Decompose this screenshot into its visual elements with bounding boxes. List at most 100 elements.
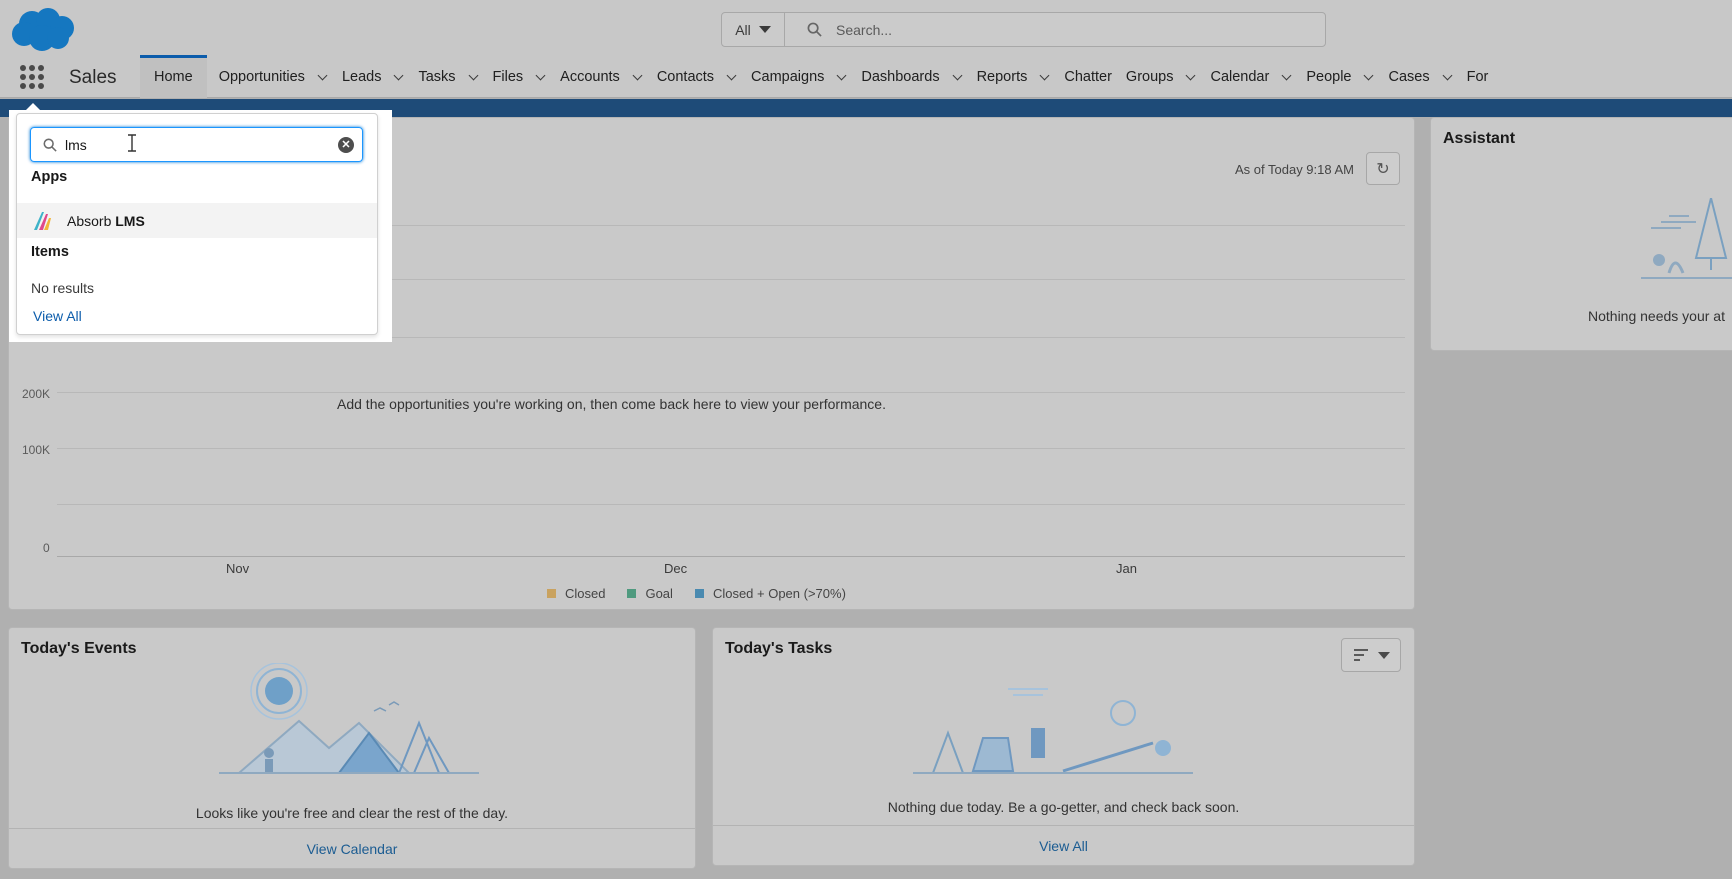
nav-tab-label: Tasks bbox=[418, 68, 456, 85]
tasks-title: Today's Tasks bbox=[725, 640, 833, 657]
chart-x-axis bbox=[57, 556, 1405, 557]
app-launcher-icon[interactable] bbox=[20, 65, 44, 89]
app-launcher-dropdown: ✕ Apps Absorb LMS Items No results View … bbox=[16, 113, 378, 335]
legend-label: Closed bbox=[565, 586, 606, 601]
no-results-text: No results bbox=[31, 280, 95, 296]
nav-tab-chatter[interactable]: Chatter bbox=[1064, 55, 1126, 98]
nav-tab-reports[interactable]: Reports bbox=[977, 55, 1065, 98]
salesforce-logo-icon[interactable] bbox=[10, 6, 76, 52]
y-tick-label: 0 bbox=[43, 541, 50, 555]
view-calendar-link[interactable]: View Calendar bbox=[9, 828, 695, 868]
x-tick-label: Dec bbox=[664, 561, 688, 576]
app-result-label: Absorb LMS bbox=[67, 213, 145, 229]
nav-tab-label: Groups bbox=[1125, 68, 1174, 85]
refresh-button[interactable]: ↻ bbox=[1366, 152, 1400, 185]
nav-tab-label: Leads bbox=[341, 68, 382, 85]
clear-search-icon[interactable]: ✕ bbox=[338, 137, 354, 153]
nav-tab-calendar[interactable]: Calendar bbox=[1210, 55, 1306, 98]
view-all-tasks-link[interactable]: View All bbox=[713, 825, 1414, 865]
x-tick-label: Jan bbox=[1116, 561, 1137, 576]
chevron-down-icon[interactable] bbox=[1282, 72, 1292, 82]
chevron-down-icon[interactable] bbox=[394, 72, 404, 82]
camping-illustration-icon bbox=[219, 663, 479, 774]
search-scope-dropdown[interactable]: All bbox=[722, 13, 785, 46]
nav-bar: Sales Home Opportunities Leads Tasks Files Ac… bbox=[0, 55, 1732, 98]
chevron-down-icon[interactable] bbox=[953, 72, 963, 82]
nav-tab-label: Contacts bbox=[656, 68, 715, 85]
apps-heading: Apps bbox=[31, 169, 68, 185]
text-cursor-icon bbox=[128, 134, 136, 152]
caret-down-icon bbox=[758, 26, 771, 33]
legend-swatch bbox=[547, 589, 556, 598]
search-input[interactable]: Search... bbox=[785, 13, 1325, 46]
events-empty-message: Looks like you're free and clear the res… bbox=[195, 805, 509, 821]
picnic-illustration-icon bbox=[913, 688, 1193, 774]
global-header: All Search... bbox=[0, 0, 1732, 55]
sort-icon bbox=[1353, 649, 1368, 661]
absorb-lms-logo-icon bbox=[34, 211, 51, 230]
search-scope-label: All bbox=[735, 21, 751, 38]
app-search-field[interactable]: ✕ bbox=[30, 127, 363, 162]
legend-label: Closed + Open (>70%) bbox=[712, 586, 846, 601]
nav-tab-campaigns[interactable]: Campaigns bbox=[751, 55, 861, 98]
chevron-down-icon[interactable] bbox=[633, 72, 643, 82]
events-title: Today's Events bbox=[21, 640, 137, 657]
app-result-prefix: Absorb bbox=[67, 212, 116, 229]
chevron-down-icon[interactable] bbox=[1186, 72, 1196, 82]
nav-tab-groups[interactable]: Groups bbox=[1126, 55, 1211, 98]
todays-tasks-card: Today's Tasks Nothing due today. Be a go… bbox=[712, 627, 1415, 866]
legend-item-closed: Closed bbox=[547, 586, 605, 601]
chevron-down-icon[interactable] bbox=[469, 72, 479, 82]
search-icon bbox=[43, 138, 57, 152]
app-name: Sales bbox=[69, 67, 117, 88]
legend-swatch bbox=[694, 589, 704, 598]
tasks-filter-button[interactable] bbox=[1341, 638, 1401, 672]
chevron-down-icon[interactable] bbox=[1364, 72, 1374, 82]
nav-tab-label: Accounts bbox=[560, 68, 620, 85]
nav-tab-leads[interactable]: Leads bbox=[342, 55, 419, 98]
nav-tab-dashboards[interactable]: Dashboards bbox=[861, 55, 976, 98]
nav-tab-label: Calendar bbox=[1210, 68, 1270, 85]
nav-tab-contacts[interactable]: Contacts bbox=[657, 55, 751, 98]
app-result-absorb-lms[interactable]: Absorb LMS bbox=[17, 203, 377, 238]
nav-tab-cases[interactable]: Cases bbox=[1388, 55, 1466, 98]
nav-tab-label: Reports bbox=[976, 68, 1028, 85]
assistant-card: Assistant Nothing needs your at bbox=[1430, 117, 1732, 351]
caret-down-icon bbox=[1377, 651, 1390, 659]
chevron-down-icon[interactable] bbox=[318, 72, 328, 82]
nav-tab-label: For bbox=[1466, 68, 1489, 85]
legend-swatch bbox=[627, 589, 637, 598]
refresh-icon: ↻ bbox=[1376, 160, 1390, 178]
nav-tab-tasks[interactable]: Tasks bbox=[418, 55, 492, 98]
nav-tab-label: Files bbox=[492, 68, 524, 85]
nav-tab-label: Cases bbox=[1388, 68, 1430, 85]
chevron-down-icon[interactable] bbox=[1443, 72, 1453, 82]
x-tick-label: Nov bbox=[226, 561, 250, 576]
nav-tab-label: Dashboards bbox=[861, 68, 940, 85]
chart-gridline bbox=[57, 504, 1405, 505]
y-tick-label: 200K bbox=[22, 387, 51, 401]
app-search-input[interactable] bbox=[65, 136, 315, 153]
assistant-message: Nothing needs your at bbox=[1588, 308, 1725, 324]
chart-gridline bbox=[57, 448, 1405, 449]
nav-tab-opportunities[interactable]: Opportunities bbox=[219, 55, 342, 98]
nav-tab-home[interactable]: Home bbox=[140, 55, 207, 98]
search-placeholder: Search... bbox=[836, 21, 893, 38]
assistant-title: Assistant bbox=[1443, 130, 1516, 147]
nav-tab-files[interactable]: Files bbox=[493, 55, 561, 98]
legend-item-closed-open: Closed + Open (>70%) bbox=[694, 586, 846, 601]
chevron-down-icon[interactable] bbox=[536, 72, 546, 82]
nav-tab-accounts[interactable]: Accounts bbox=[560, 55, 657, 98]
legend-item-goal: Goal bbox=[627, 586, 673, 601]
nav-tab-for[interactable]: For bbox=[1467, 55, 1503, 98]
view-all-link[interactable]: View All bbox=[33, 308, 82, 324]
chevron-down-icon[interactable] bbox=[837, 72, 847, 82]
nav-tab-label: People bbox=[1306, 68, 1352, 85]
legend-label: Goal bbox=[645, 586, 673, 601]
tasks-empty-message: Nothing due today. Be a go-getter, and c… bbox=[887, 799, 1240, 815]
chevron-down-icon[interactable] bbox=[1040, 72, 1050, 82]
chart-gridline bbox=[57, 392, 1405, 393]
nav-tab-people[interactable]: People bbox=[1306, 55, 1388, 98]
dropdown-pointer bbox=[24, 103, 42, 112]
chevron-down-icon[interactable] bbox=[727, 72, 737, 82]
